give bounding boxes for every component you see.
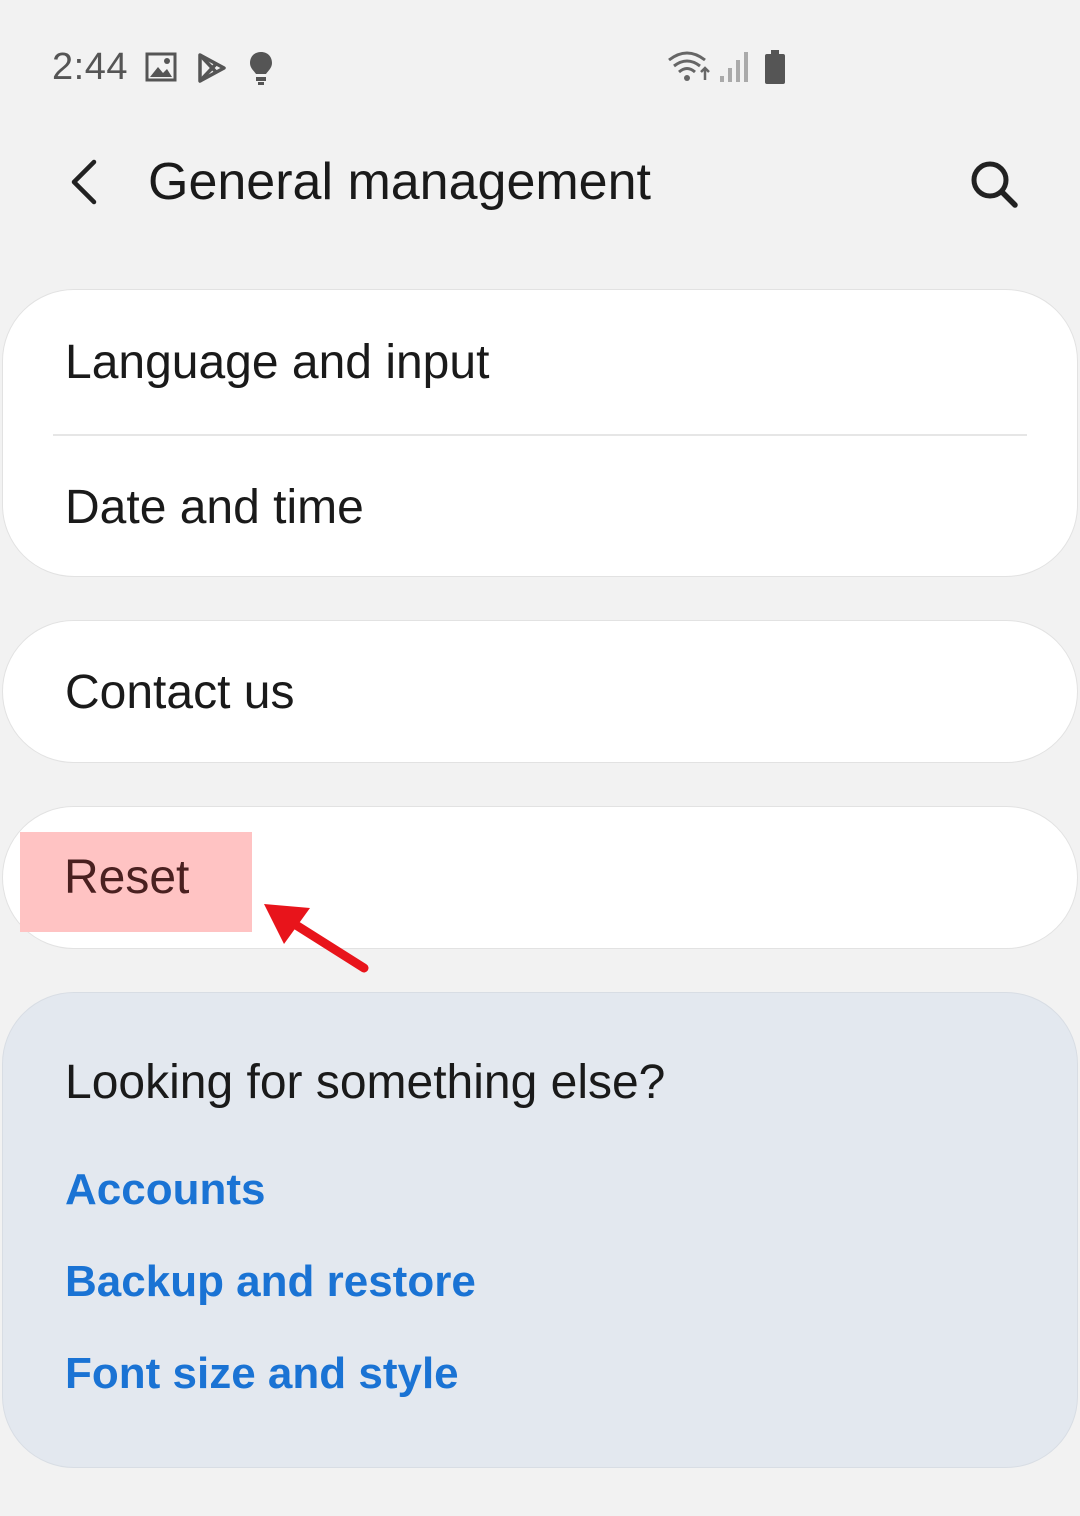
wifi-icon [668, 51, 710, 81]
suggestion-link-font-size-and-style[interactable]: Font size and style [65, 1349, 459, 1399]
play-store-icon [198, 53, 226, 83]
status-bar: 2:44 [0, 0, 1080, 130]
menu-item-language-and-input[interactable]: Language and input [3, 290, 1077, 434]
menu-item-label: Language and input [65, 335, 490, 389]
search-button[interactable] [962, 152, 1026, 216]
gallery-icon [145, 52, 177, 82]
back-button[interactable] [52, 150, 116, 214]
suggestion-link-accounts[interactable]: Accounts [65, 1165, 265, 1215]
suggestions-title: Looking for something else? [65, 1056, 666, 1109]
search-icon [971, 161, 1018, 208]
chevron-left-icon [71, 159, 97, 205]
menu-item-contact-us[interactable]: Contact us [3, 621, 1077, 764]
signal-icon [720, 52, 748, 82]
menu-item-label: Date and time [65, 480, 364, 534]
page-title: General management [148, 153, 651, 211]
app-bar: General management [0, 130, 1080, 250]
settings-group-1: Language and input Date and time [2, 289, 1078, 577]
bulb-icon [250, 52, 272, 85]
suggestions-card: Looking for something else? Accounts Bac… [2, 992, 1078, 1468]
annotation-arrow-icon [264, 904, 369, 973]
menu-item-date-and-time[interactable]: Date and time [3, 436, 1077, 578]
suggestion-link-backup-and-restore[interactable]: Backup and restore [65, 1257, 476, 1307]
menu-item-reset[interactable]: Reset [64, 850, 189, 905]
settings-group-2: Contact us [2, 620, 1078, 763]
status-time: 2:44 [52, 46, 128, 88]
battery-icon [765, 50, 785, 84]
menu-item-label: Contact us [65, 666, 295, 719]
